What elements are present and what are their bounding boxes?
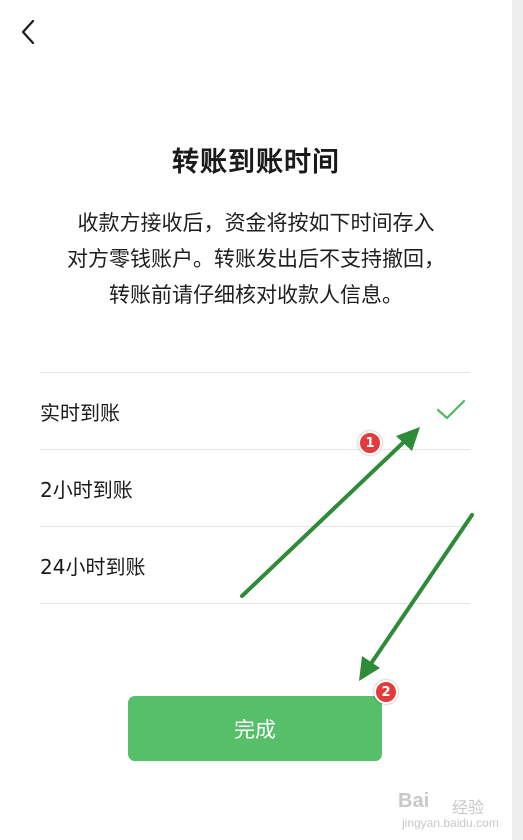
option-label: 实时到账 bbox=[40, 400, 120, 425]
option-realtime[interactable]: 实时到账 bbox=[40, 373, 470, 450]
watermark-url: jingyan.baidu.com bbox=[402, 816, 499, 830]
baidu-watermark: Bai 经验 jingyan.baidu.com bbox=[392, 786, 502, 834]
description: 收款方接收后，资金将按如下时间存入 对方零钱账户。转账发出后不支持撤回， 转账前… bbox=[36, 205, 476, 313]
annotation-badge-2: 2 bbox=[374, 680, 398, 704]
description-line-1: 收款方接收后，资金将按如下时间存入 bbox=[77, 211, 435, 235]
option-label: 2小时到账 bbox=[40, 477, 133, 502]
option-24-hours[interactable]: 24小时到账 bbox=[40, 527, 470, 604]
watermark-brand: Bai bbox=[398, 790, 430, 812]
option-label: 24小时到账 bbox=[40, 554, 146, 579]
back-button[interactable] bbox=[10, 14, 46, 50]
arrival-time-options: 实时到账 2小时到账 24小时到账 bbox=[40, 372, 470, 604]
done-button[interactable]: 完成 bbox=[128, 696, 382, 761]
description-line-3: 转账前请仔细核对收款人信息。 bbox=[109, 283, 403, 307]
right-edge-strip bbox=[512, 0, 523, 840]
annotation-badge-1: 1 bbox=[358, 431, 382, 455]
annotation-arrowhead-2 bbox=[359, 656, 380, 681]
page-title: 转账到账时间 bbox=[172, 147, 340, 178]
chevron-left-icon bbox=[21, 19, 35, 45]
option-2-hours[interactable]: 2小时到账 bbox=[40, 450, 470, 527]
check-icon bbox=[436, 399, 466, 420]
watermark-sub: 经验 bbox=[452, 800, 485, 817]
description-line-2: 对方零钱账户。转账发出后不支持撤回， bbox=[67, 247, 445, 271]
